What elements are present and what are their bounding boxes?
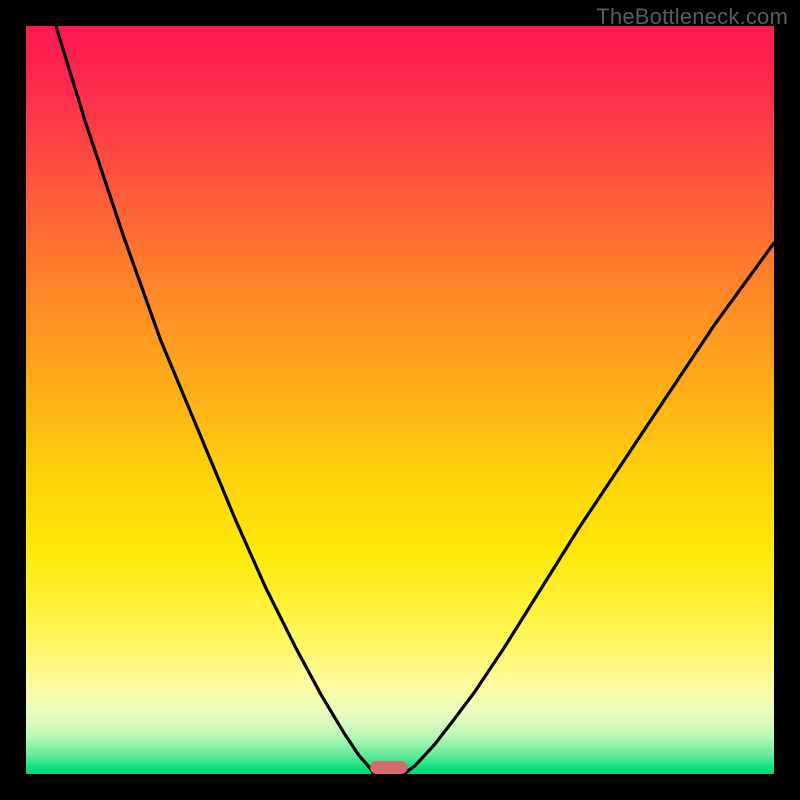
optimal-marker — [370, 761, 407, 774]
watermark-text: TheBottleneck.com — [596, 4, 788, 30]
plot-area — [26, 26, 774, 774]
curves-layer — [26, 26, 774, 774]
curve-right-curve — [404, 243, 774, 774]
curve-left-curve — [56, 26, 374, 774]
chart-frame: TheBottleneck.com — [0, 0, 800, 800]
